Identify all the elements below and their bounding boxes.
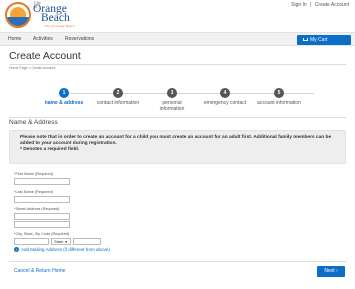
link-separator: | [310, 2, 312, 8]
main-nav: Home Activities Reservations My Cart [0, 32, 355, 46]
header: City of Orange Beach City of Orange Beac… [0, 0, 355, 32]
account-links: Sign In | Create Account [291, 2, 349, 8]
my-cart-label: My Cart [310, 37, 328, 43]
last-name-input[interactable] [14, 196, 70, 203]
street-address-line-2-input[interactable] [14, 221, 70, 228]
my-cart-button[interactable]: My Cart [297, 35, 351, 45]
last-name-label: *Last Name (Required) [14, 190, 53, 194]
state-select[interactable]: State ▼ [51, 238, 71, 245]
notice-box: Please note that in order to create an a… [9, 130, 346, 164]
brand-tagline: City of Orange Beach [44, 24, 75, 28]
next-button-label: Next [324, 268, 335, 274]
step-number: 5 [274, 88, 284, 98]
zip-input[interactable] [73, 238, 101, 245]
cart-icon [303, 38, 308, 41]
plus-icon: + [14, 247, 19, 253]
notice-text: Please note that in order to create an a… [20, 135, 332, 147]
logo-wave-icon [7, 17, 29, 26]
step-label: account information [257, 100, 301, 106]
city-logo[interactable] [5, 2, 31, 28]
breadcrumb: Home Page > Create Account [9, 66, 56, 70]
divider [9, 261, 346, 262]
create-account-link[interactable]: Create Account [315, 2, 349, 8]
page-title: Create Account [9, 50, 81, 62]
step-number: 2 [113, 88, 123, 98]
first-name-input[interactable] [14, 178, 70, 185]
nav-item-activities[interactable]: Activities [33, 36, 53, 42]
step-account-information: 5 account information [244, 88, 314, 106]
divider [9, 117, 346, 118]
cancel-return-home-link[interactable]: Cancel & Return Home [14, 268, 65, 274]
state-select-value: State [54, 239, 64, 244]
section-title: Name & Address [9, 119, 58, 126]
first-name-label: *First Name (Required) [14, 172, 54, 176]
nav-item-reservations[interactable]: Reservations [65, 36, 94, 42]
add-mailing-address-link[interactable]: + Add Mailing Address (if different from… [14, 247, 110, 253]
brand-line-2: Beach [41, 12, 70, 24]
chevron-right-icon: › [336, 268, 338, 274]
chevron-down-icon: ▼ [64, 240, 68, 244]
required-note: * Denotes a required field. [20, 147, 80, 153]
next-button[interactable]: Next › [317, 266, 345, 277]
street-address-input[interactable] [14, 213, 70, 220]
nav-item-home[interactable]: Home [8, 36, 21, 42]
street-address-label: *Street Address (Required) [14, 207, 60, 211]
step-label: personal information [159, 100, 185, 112]
divider [9, 64, 346, 65]
sign-in-link[interactable]: Sign In [291, 2, 307, 8]
step-number: 1 [59, 88, 69, 98]
step-number: 4 [220, 88, 230, 98]
add-mailing-address-label: Add Mailing Address (if different from a… [21, 247, 110, 252]
step-number: 3 [167, 88, 177, 98]
city-input[interactable] [14, 238, 49, 245]
city-state-zip-label: *City, State, Zip Code (Required) [14, 232, 70, 236]
